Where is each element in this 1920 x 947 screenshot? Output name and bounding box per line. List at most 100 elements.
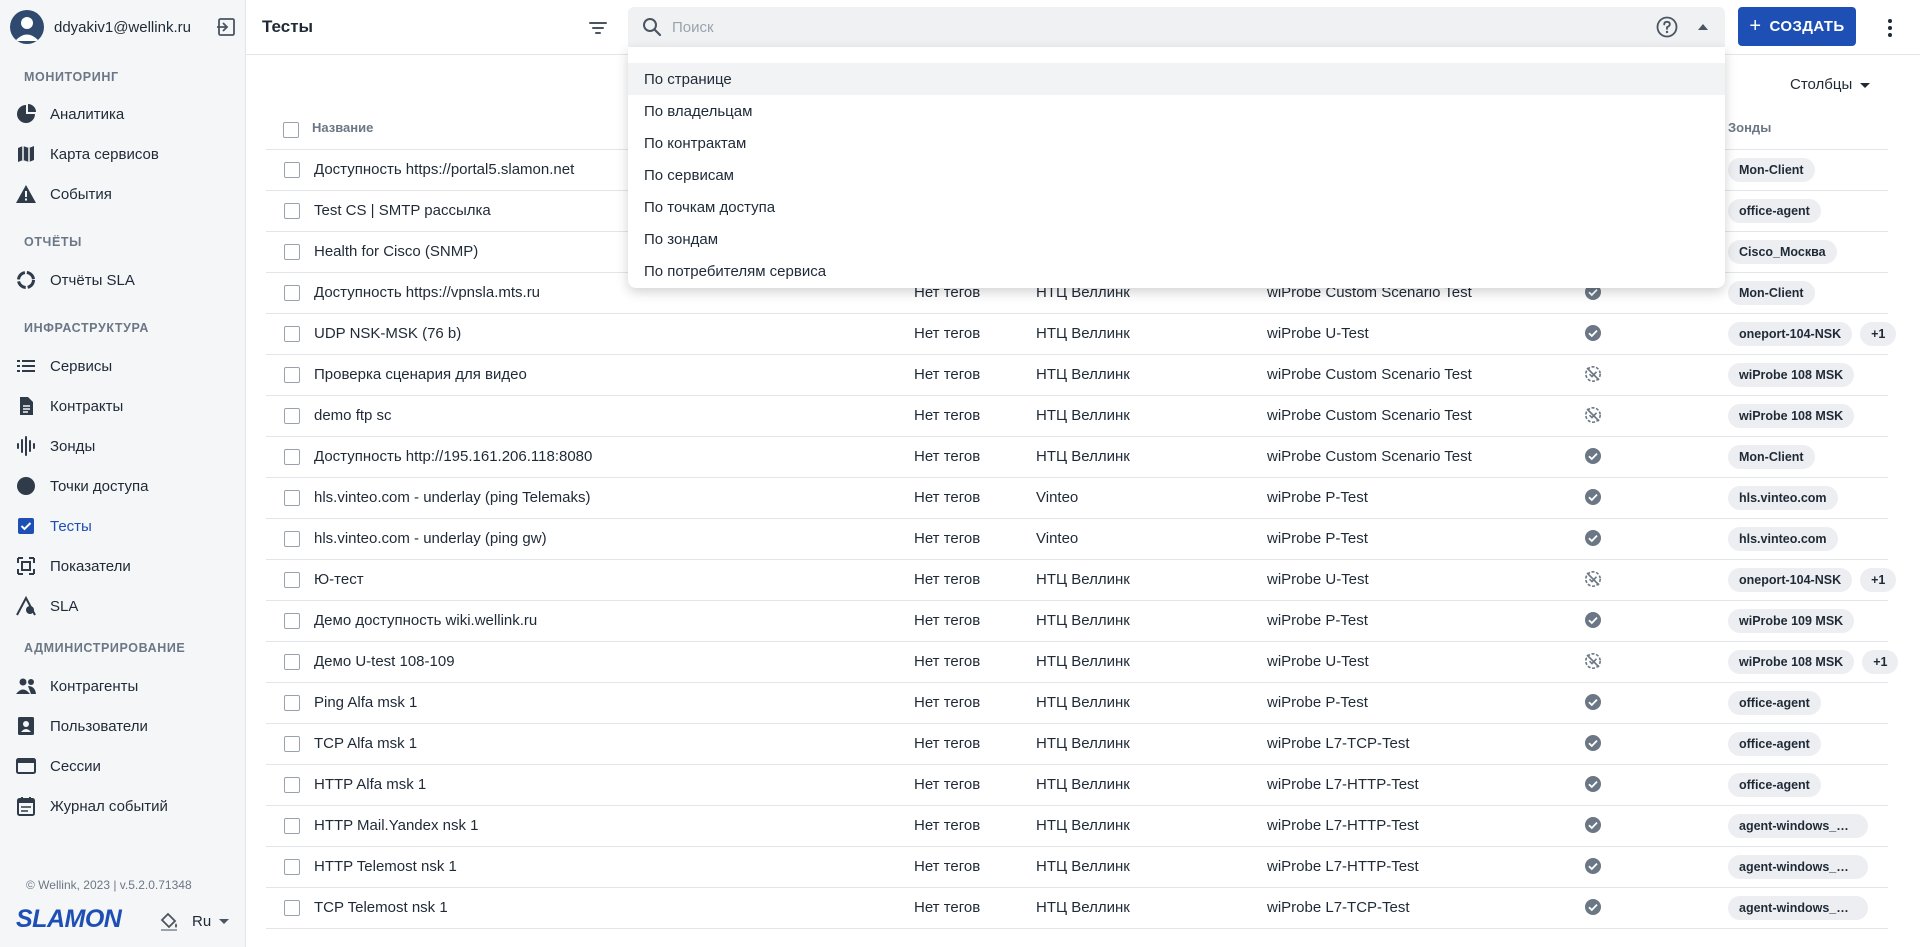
row-checkbox[interactable] [284, 900, 300, 916]
probe-chip[interactable]: wiProbe 108 MSK [1728, 650, 1855, 674]
test-name[interactable]: HTTP Mail.Yandex nsk 1 [314, 817, 479, 834]
search-scope-option[interactable]: По странице [628, 63, 1725, 95]
search-scope-option[interactable]: По владельцам [628, 95, 1725, 127]
test-name[interactable]: Демо доступность wiki.wellink.ru [314, 612, 537, 629]
test-name[interactable]: TCP Alfa msk 1 [314, 735, 417, 752]
probe-chip[interactable]: agent-windows_No... [1728, 814, 1868, 838]
probe-chip[interactable]: oneport-104-NSK [1728, 322, 1853, 346]
search-scope-option[interactable]: По контрактам [628, 127, 1725, 159]
test-name[interactable]: Проверка сценария для видео [314, 366, 527, 383]
row-checkbox[interactable] [284, 613, 300, 629]
sidebar-item[interactable]: Сессии [14, 750, 234, 782]
probe-chip[interactable]: Mon-Client [1728, 445, 1815, 469]
table-row[interactable]: Демо доступность wiki.wellink.ru Нет тего… [266, 601, 1888, 642]
table-row[interactable]: Ю-тест Нет тегов НТЦ Веллинк wiProbe U-Test… [266, 560, 1897, 601]
columns-button[interactable]: Столбцы [1790, 76, 1872, 93]
table-row[interactable]: UDP NSK-MSK (76 b) Нет тегов НТЦ Веллинк wi… [266, 314, 1897, 355]
column-header-probes[interactable]: Зонды [1728, 120, 1771, 135]
table-row[interactable]: Ping Alfa msk 1 Нет тегов НТЦ Веллинк wiPro… [266, 683, 1888, 724]
probe-chip[interactable]: oneport-104-NSK [1728, 568, 1853, 592]
search-scope-option[interactable]: По точкам доступа [628, 191, 1725, 223]
probe-chip[interactable]: Cisco_Москва [1728, 240, 1837, 264]
row-checkbox[interactable] [284, 777, 300, 793]
test-name[interactable]: Доступность http://195.161.206.118:8080 [314, 448, 592, 465]
row-checkbox[interactable] [284, 490, 300, 506]
row-checkbox[interactable] [284, 449, 300, 465]
row-checkbox[interactable] [284, 326, 300, 342]
probe-chip[interactable]: office-agent [1728, 199, 1821, 223]
sidebar-item[interactable]: Точки доступа [14, 470, 234, 502]
help-icon[interactable] [1655, 15, 1679, 39]
test-name[interactable]: TCP Telemost nsk 1 [314, 899, 448, 916]
probe-chip[interactable]: +1 [1860, 568, 1897, 592]
row-checkbox[interactable] [284, 654, 300, 670]
test-name[interactable]: Ю-тест [314, 571, 364, 588]
table-row[interactable]: TCP Alfa msk 1 Нет тегов НТЦ Веллинк wiProb… [266, 724, 1888, 765]
chevron-up-icon[interactable] [1693, 17, 1713, 37]
sidebar-item[interactable]: Контракты [14, 390, 234, 422]
column-header-name[interactable]: Название [312, 120, 373, 135]
table-row[interactable]: TCP Telemost nsk 1 Нет тегов НТЦ Веллинк wi… [266, 888, 1888, 929]
sidebar-item[interactable]: Зонды [14, 430, 234, 462]
test-name[interactable]: Демо U-test 108-109 [314, 653, 455, 670]
sidebar-item[interactable]: Тесты [14, 510, 234, 542]
test-name[interactable]: Доступность https://vpnsla.mts.ru [314, 284, 540, 301]
test-name[interactable]: UDP NSK-MSK (76 b) [314, 325, 461, 342]
table-row[interactable]: Проверка сценария для видео Нет тегов НТЦ … [266, 355, 1888, 396]
probe-chip[interactable]: office-agent [1728, 732, 1821, 756]
row-checkbox[interactable] [284, 736, 300, 752]
row-checkbox[interactable] [284, 285, 300, 301]
table-row[interactable]: Демо U-test 108-109 Нет тегов НТЦ Веллинк w… [266, 642, 1899, 683]
sidebar-item[interactable]: Сервисы [14, 350, 234, 382]
row-checkbox[interactable] [284, 818, 300, 834]
row-checkbox[interactable] [284, 203, 300, 219]
test-name[interactable]: HTTP Alfa msk 1 [314, 776, 426, 793]
probe-chip[interactable]: wiProbe 108 MSK [1728, 404, 1855, 428]
probe-chip[interactable]: Mon-Client [1728, 281, 1815, 305]
row-checkbox[interactable] [284, 162, 300, 178]
sidebar-item[interactable]: Контрагенты [14, 670, 234, 702]
probe-chip[interactable]: office-agent [1728, 691, 1821, 715]
sidebar-item[interactable]: Показатели [14, 550, 234, 582]
probe-chip[interactable]: Mon-Client [1728, 158, 1815, 182]
probe-chip[interactable]: agent-windows_No... [1728, 896, 1868, 920]
paint-bucket-icon[interactable] [158, 910, 180, 932]
sidebar-item[interactable]: Журнал событий [14, 790, 234, 822]
table-row[interactable]: HTTP Alfa msk 1 Нет тегов НТЦ Веллинк wiPro… [266, 765, 1888, 806]
row-checkbox[interactable] [284, 367, 300, 383]
probe-chip[interactable]: agent-windows_No... [1728, 855, 1868, 879]
row-checkbox[interactable] [284, 244, 300, 260]
probe-chip[interactable]: +1 [1862, 650, 1899, 674]
probe-chip[interactable]: +1 [1860, 322, 1897, 346]
test-name[interactable]: Доступность https://portal5.slamon.net [314, 161, 574, 178]
language-selector[interactable]: Ru [158, 910, 231, 932]
probe-chip[interactable]: wiProbe 108 MSK [1728, 363, 1855, 387]
probe-chip[interactable]: wiProbe 109 MSK [1728, 609, 1855, 633]
create-button[interactable]: + СОЗДАТЬ [1738, 7, 1856, 46]
row-checkbox[interactable] [284, 859, 300, 875]
user-profile[interactable]: ddyakiv1@wellink.ru [10, 10, 238, 44]
row-checkbox[interactable] [284, 695, 300, 711]
row-checkbox[interactable] [284, 572, 300, 588]
select-all-checkbox[interactable] [283, 122, 299, 138]
table-row[interactable]: HTTP Telemost nsk 1 Нет тегов НТЦ Веллинк w… [266, 847, 1888, 888]
test-name[interactable]: HTTP Telemost nsk 1 [314, 858, 457, 875]
test-name[interactable]: hls.vinteo.com - underlay (ping Telemaks… [314, 489, 591, 506]
table-row[interactable]: demo ftp sc Нет тегов НТЦ Веллинк wiProbe C… [266, 396, 1888, 437]
table-row[interactable]: hls.vinteo.com - underlay (ping gw) Нет т… [266, 519, 1888, 560]
sidebar-item[interactable]: Карта сервисов [14, 138, 234, 170]
table-row[interactable]: HTTP Mail.Yandex nsk 1 Нет тегов НТЦ Велли… [266, 806, 1888, 847]
sidebar-item[interactable]: События [14, 178, 234, 210]
search-scope-option[interactable]: По сервисам [628, 159, 1725, 191]
more-menu-icon[interactable] [1878, 16, 1902, 40]
search-scope-option[interactable]: По потребителям сервиса [628, 255, 1725, 287]
search-input[interactable] [672, 18, 1655, 36]
sidebar-item[interactable]: Аналитика [14, 98, 234, 130]
probe-chip[interactable]: office-agent [1728, 773, 1821, 797]
test-name[interactable]: demo ftp sc [314, 407, 392, 424]
logout-icon[interactable] [214, 15, 238, 39]
test-name[interactable]: Ping Alfa msk 1 [314, 694, 417, 711]
sidebar-item[interactable]: SLA [14, 590, 234, 622]
probe-chip[interactable]: hls.vinteo.com [1728, 527, 1838, 551]
test-name[interactable]: Test CS | SMTP рассылка [314, 202, 491, 219]
